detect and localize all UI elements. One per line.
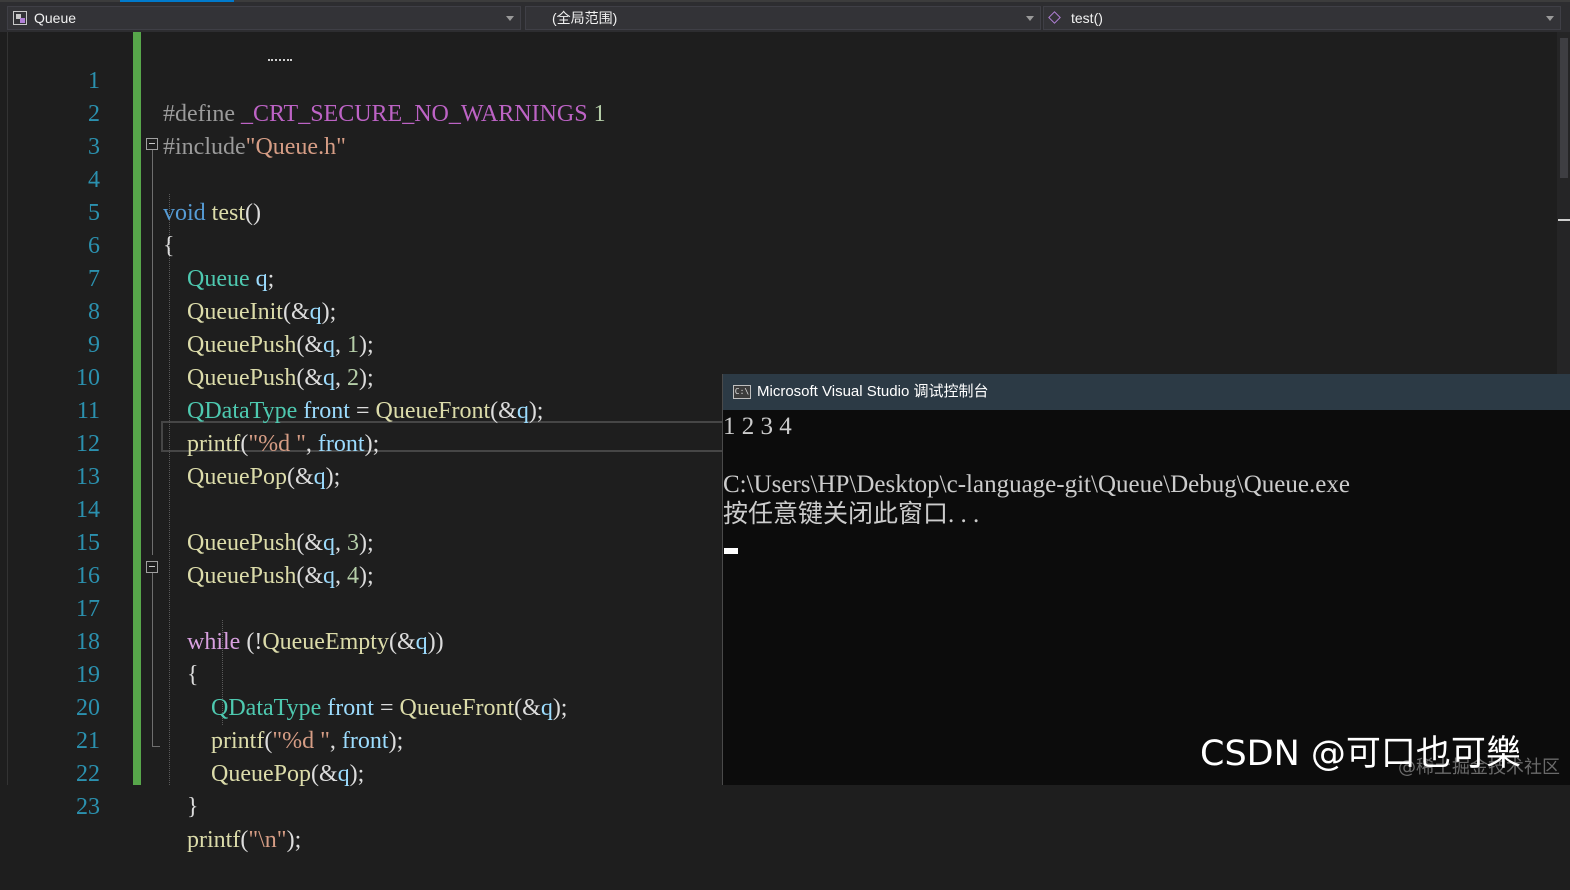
member-dropdown-label: test() [1071,10,1103,26]
code-line: 1 #define _CRT_SECURE_NO_WARNINGS 1 [0,32,1560,127]
code-line: 5 { [0,164,1560,259]
debug-console-window[interactable]: C:\ Microsoft Visual Studio 调试控制台 1 2 3 … [722,374,1570,785]
code-line: 7 QueueInit(&q); [0,230,1560,325]
console-output-line: 按任意键关闭此窗口. . . [723,501,980,528]
scope-dropdown-label: (全局范围) [552,10,618,26]
watermark-text: CSDN @可口也可樂 [1200,734,1521,774]
code-line: 10 QDataType front = QueueFront(&q); [0,329,1560,424]
function-cube-icon [1048,11,1061,24]
chevron-down-icon [506,16,514,21]
project-dropdown[interactable]: Queue [7,6,521,30]
active-tab-indicator [120,0,234,2]
code-text: printf("\n"); [187,827,302,853]
project-icon [13,11,27,25]
console-output-line: 1 2 3 4 [723,413,792,440]
code-line: 9 QueuePush(&q, 2); [0,296,1560,391]
code-line: 6 Queue q; [0,197,1560,292]
scrollbar-thumb[interactable] [1560,38,1568,178]
chevron-down-icon [1546,16,1554,21]
code-line: 4 void test() [0,131,1560,226]
project-dropdown-label: Queue [34,10,77,26]
console-titlebar[interactable]: C:\ Microsoft Visual Studio 调试控制台 [723,374,1570,410]
console-cursor [724,548,738,554]
member-dropdown[interactable]: test() [1043,6,1561,30]
code-line: 2 #include"Queue.h" [0,65,1560,160]
console-output-line: C:\Users\HP\Desktop\c-language-git\Queue… [723,471,1350,498]
chevron-down-icon [1026,16,1034,21]
console-app-icon: C:\ [733,385,751,399]
scope-dropdown[interactable]: (全局范围) [525,6,1041,30]
code-line: 8 QueuePush(&q, 1); [0,263,1560,358]
scrollbar-caret-marker [1558,219,1570,221]
code-text: } [163,794,199,820]
line-number: 23 [76,794,100,820]
navigation-bar: Queue (全局范围) test() [0,0,1570,32]
console-title: Microsoft Visual Studio 调试控制台 [757,383,989,400]
code-line: 3 [0,98,1560,160]
